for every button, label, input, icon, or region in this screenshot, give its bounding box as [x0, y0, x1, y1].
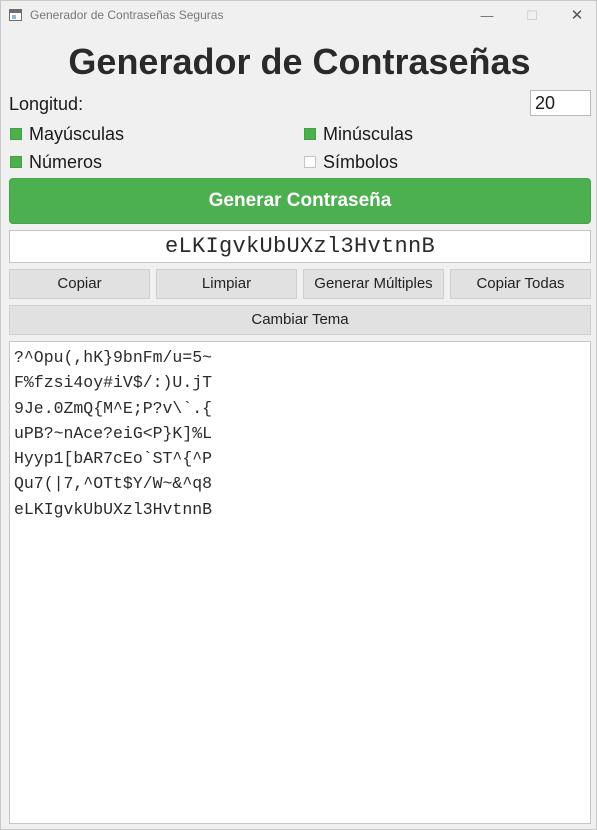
lowercase-label: Minúsculas: [323, 124, 414, 144]
checkbox-indicator[interactable]: [10, 156, 22, 168]
lowercase-checkbox[interactable]: Minúsculas: [304, 123, 413, 145]
close-button[interactable]: ✕: [554, 1, 597, 31]
copy-all-button[interactable]: Copiar Todas: [450, 269, 591, 299]
copy-button[interactable]: Copiar: [9, 269, 150, 299]
output-line: ?^Opu(,hK}9bnFm/u=5~: [14, 348, 213, 367]
symbols-checkbox[interactable]: Símbolos: [304, 151, 398, 173]
checkbox-indicator[interactable]: [304, 156, 316, 168]
output-line: uPB?~nAce?eiG<P}K]%L: [14, 423, 213, 443]
numbers-checkbox[interactable]: Números: [10, 151, 102, 173]
length-input[interactable]: [530, 90, 591, 116]
numbers-label: Números: [29, 152, 103, 172]
generate-password-button[interactable]: Generar Contraseña: [9, 178, 591, 224]
change-theme-button[interactable]: Cambiar Tema: [9, 305, 591, 335]
maximize-button[interactable]: ☐: [509, 1, 555, 31]
output-line: F%fzsi4oy#iV$/:)U.jT: [14, 373, 213, 393]
uppercase-label: Mayúsculas: [29, 124, 125, 144]
uppercase-checkbox[interactable]: Mayúsculas: [10, 123, 124, 145]
title-bar[interactable]: Generador de Contraseñas Seguras — ☐ ✕: [1, 1, 596, 31]
page-title: Generador de Contraseñas: [68, 41, 531, 82]
symbols-label: Símbolos: [323, 152, 399, 172]
passwords-output-area[interactable]: ?^Opu(,hK}9bnFm/u=5~ F%fzsi4oy#iV$/:)U.j…: [9, 341, 591, 824]
output-line: 9Je.0ZmQ{M^E;P?v\`.{: [14, 398, 213, 418]
output-line: Qu7(|7,^OTt$Y/W~&^q8: [14, 474, 213, 494]
checkbox-indicator[interactable]: [10, 128, 22, 140]
generate-multiple-button[interactable]: Generar Múltiples: [303, 269, 444, 299]
clear-button[interactable]: Limpiar: [156, 269, 297, 299]
checkbox-indicator[interactable]: [304, 128, 316, 140]
minimize-button[interactable]: —: [464, 1, 510, 31]
window-title: Generador de Contraseñas Seguras: [30, 8, 224, 22]
length-label: Longitud:: [9, 94, 84, 114]
output-line: Hyyp1[bAR7cEo`ST^{^P: [14, 449, 213, 469]
output-line: eLKIgvkUbUXzl3HvtnnB: [14, 499, 213, 519]
password-display[interactable]: eLKIgvkUbUXzl3HvtnnB: [9, 230, 591, 263]
app-window-icon: [9, 9, 22, 21]
